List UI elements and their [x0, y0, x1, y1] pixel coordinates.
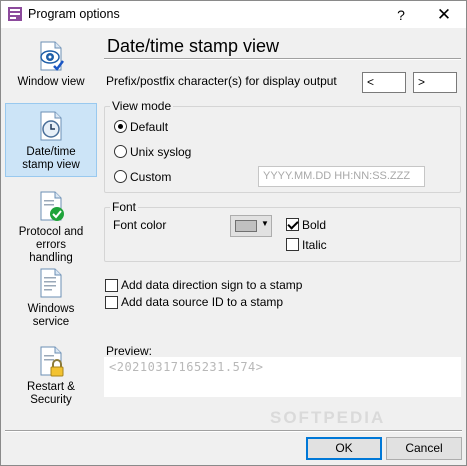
font-caption: Font — [110, 200, 139, 214]
font-group — [104, 207, 461, 262]
bold-checkbox[interactable] — [286, 218, 299, 231]
sidebar-item-windows-service[interactable]: Windows service — [5, 263, 97, 331]
page-title: Date/time stamp view — [107, 36, 280, 56]
italic-checkbox[interactable] — [286, 238, 299, 251]
sidebar-item-restart-security[interactable]: Restart & Security — [5, 341, 97, 409]
radio-default[interactable] — [114, 120, 127, 133]
radio-unix-syslog[interactable] — [114, 145, 127, 158]
font-color-picker[interactable]: ▼ — [230, 215, 272, 237]
lock-document-icon — [40, 346, 64, 377]
italic-label[interactable]: Italic — [302, 238, 327, 252]
source-id-label[interactable]: Add data source ID to a stamp — [121, 295, 283, 309]
custom-format-input[interactable]: YYYY.MM.DD HH:NN:SS.ZZZ — [258, 166, 425, 187]
help-button[interactable]: ? — [387, 4, 415, 26]
chevron-down-icon: ▼ — [261, 219, 269, 228]
sidebar-item-window-view[interactable]: Window view — [5, 36, 97, 98]
bold-label[interactable]: Bold — [302, 218, 326, 232]
sidebar-item-label: Restart & Security — [27, 381, 75, 406]
window-title: Program options — [28, 7, 120, 21]
prefix-input[interactable]: < — [362, 72, 406, 93]
sidebar-item-datetime-stamp[interactable]: Date/time stamp view — [5, 103, 97, 177]
clock-document-icon — [40, 111, 62, 141]
view-mode-caption: View mode — [110, 99, 174, 113]
ok-button[interactable]: OK — [306, 437, 382, 460]
sidebar-item-protocol-errors[interactable]: Protocol and errors handling — [5, 186, 97, 264]
service-document-icon — [40, 268, 62, 298]
window-view-icon — [40, 41, 64, 71]
postfix-input[interactable]: > — [413, 72, 457, 93]
radio-custom[interactable] — [114, 170, 127, 183]
color-swatch — [235, 220, 257, 232]
preview-label: Preview: — [106, 344, 153, 358]
prefix-postfix-label: Prefix/postfix character(s) for display … — [106, 74, 337, 88]
sidebar-item-label: Protocol and errors handling — [18, 226, 84, 264]
title-bar: Program options ? ✕ — [0, 0, 467, 28]
direction-sign-checkbox[interactable] — [105, 279, 118, 292]
radio-default-label[interactable]: Default — [130, 120, 168, 134]
close-button[interactable]: ✕ — [427, 4, 461, 26]
sidebar-item-label: Window view — [17, 76, 85, 88]
preview-box: <20210317165231.574> — [104, 357, 461, 397]
bottom-divider — [5, 430, 462, 432]
source-id-checkbox[interactable] — [105, 296, 118, 309]
sidebar-item-label: Windows service — [27, 303, 75, 328]
font-color-label: Font color — [113, 218, 167, 232]
preview-text: <20210317165231.574> — [109, 360, 264, 374]
radio-custom-label[interactable]: Custom — [130, 170, 171, 184]
sidebar: Window view Date/time stamp view Protoco… — [5, 36, 97, 428]
checkmark-document-icon — [40, 191, 64, 221]
sidebar-item-label: Date/time stamp view — [22, 146, 80, 171]
title-divider — [104, 58, 461, 60]
cancel-button[interactable]: Cancel — [386, 437, 462, 460]
direction-sign-label[interactable]: Add data direction sign to a stamp — [121, 278, 302, 292]
watermark: SOFTPEDIA — [270, 408, 386, 427]
radio-unix-syslog-label[interactable]: Unix syslog — [130, 145, 191, 159]
app-icon — [8, 7, 22, 21]
